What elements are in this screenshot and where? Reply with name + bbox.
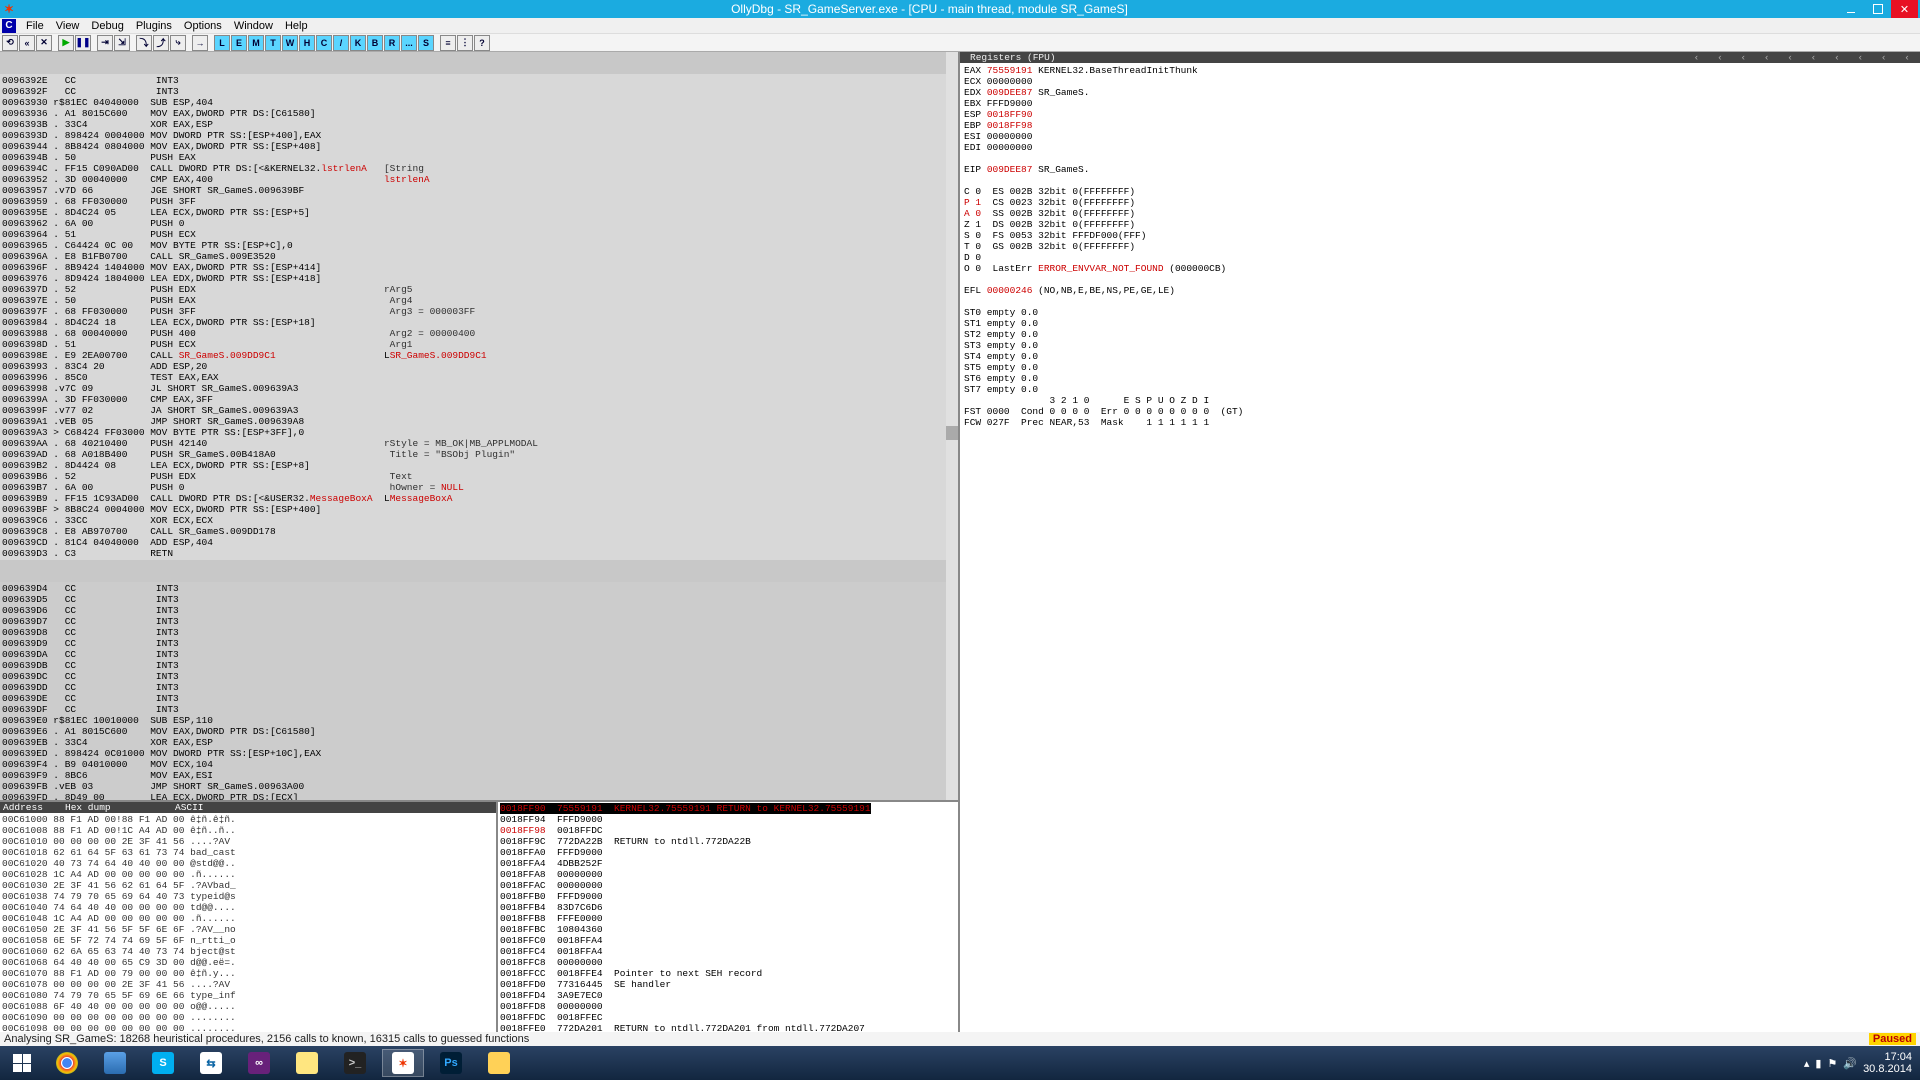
trace-over-icon[interactable]: ⤴ bbox=[153, 35, 169, 51]
executable-button[interactable]: E bbox=[231, 35, 247, 51]
patches-button[interactable]: / bbox=[333, 35, 349, 51]
run-icon[interactable]: ▶ bbox=[58, 35, 74, 51]
disassembly-pane[interactable]: 0096392E CC INT3 0096392F CC INT3 009639… bbox=[0, 52, 958, 800]
goto-icon[interactable]: → bbox=[192, 35, 208, 51]
tray-network-icon[interactable]: ▮ bbox=[1815, 1057, 1821, 1070]
close-button[interactable] bbox=[1891, 0, 1918, 18]
status-bar: Analysing SR_GameS: 18268 heuristical pr… bbox=[0, 1032, 1920, 1046]
window-title: OllyDbg - SR_GameServer.exe - [CPU - mai… bbox=[22, 2, 1837, 16]
clock-date: 30.8.2014 bbox=[1863, 1063, 1912, 1075]
minimize-button[interactable] bbox=[1837, 0, 1864, 18]
tray-volume-icon[interactable]: 🔊 bbox=[1843, 1057, 1857, 1070]
registers-tab[interactable]: Registers (FPU) bbox=[964, 52, 1062, 63]
menu-help[interactable]: Help bbox=[279, 20, 314, 32]
memory-button[interactable]: M bbox=[248, 35, 264, 51]
task-teamviewer[interactable]: ⇆ bbox=[190, 1049, 232, 1077]
start-button[interactable] bbox=[4, 1049, 40, 1077]
restart-icon[interactable]: ⟲ bbox=[2, 35, 18, 51]
menu-window[interactable]: Window bbox=[228, 20, 279, 32]
task-skype[interactable]: S bbox=[142, 1049, 184, 1077]
rewind-icon[interactable]: « bbox=[19, 35, 35, 51]
title-bar: ✶ OllyDbg - SR_GameServer.exe - [CPU - m… bbox=[0, 0, 1920, 18]
menu-options[interactable]: Options bbox=[178, 20, 228, 32]
taskbar: S ⇆ ∞ >_ ✶ Ps ▴ ▮ ⚑ 🔊 17:04 30.8.2014 bbox=[0, 1046, 1920, 1080]
step-over-icon[interactable]: ⇲ bbox=[114, 35, 130, 51]
task-notepad[interactable] bbox=[286, 1049, 328, 1077]
windows-logo-icon bbox=[13, 1054, 31, 1072]
hex-col-dump: Hex dump bbox=[65, 802, 175, 813]
task-ollydbg[interactable]: ✶ bbox=[382, 1049, 424, 1077]
status-text: Analysing SR_GameS: 18268 heuristical pr… bbox=[4, 1033, 529, 1045]
settings-icon[interactable]: ⋮ bbox=[457, 35, 473, 51]
callstack-button[interactable]: K bbox=[350, 35, 366, 51]
toolbar: ⟲ « ✕ ▶ ❚❚ ⇥ ⇲ ⤵ ⤴ ⤷ → L E M T W H C / K… bbox=[0, 34, 1920, 52]
tray-clock[interactable]: 17:04 30.8.2014 bbox=[1863, 1051, 1916, 1075]
tray-flag-icon[interactable]: ⚑ bbox=[1827, 1057, 1837, 1070]
breakpoints-button[interactable]: B bbox=[367, 35, 383, 51]
task-folder[interactable] bbox=[478, 1049, 520, 1077]
hex-col-address: Address bbox=[3, 802, 65, 813]
options-icon[interactable]: ≡ bbox=[440, 35, 456, 51]
task-vscode[interactable]: ∞ bbox=[238, 1049, 280, 1077]
run-to-return-icon[interactable]: ⤷ bbox=[170, 35, 186, 51]
hex-col-ascii: ASCII bbox=[175, 802, 204, 813]
source-button[interactable]: S bbox=[418, 35, 434, 51]
runtrace-button[interactable]: ... bbox=[401, 35, 417, 51]
task-cmd[interactable]: >_ bbox=[334, 1049, 376, 1077]
menu-plugins[interactable]: Plugins bbox=[130, 20, 178, 32]
task-photoshop[interactable]: Ps bbox=[430, 1049, 472, 1077]
references-button[interactable]: R bbox=[384, 35, 400, 51]
trace-into-icon[interactable]: ⤵ bbox=[136, 35, 152, 51]
hex-dump-pane[interactable]: Address Hex dump ASCII 00C61000 88 F1 AD… bbox=[0, 802, 498, 1032]
system-tray[interactable]: ▴ ▮ ⚑ 🔊 17:04 30.8.2014 bbox=[1804, 1051, 1916, 1075]
threads-button[interactable]: T bbox=[265, 35, 281, 51]
handles-button[interactable]: H bbox=[299, 35, 315, 51]
cpu-icon[interactable]: C bbox=[2, 19, 16, 33]
maximize-button[interactable] bbox=[1864, 0, 1891, 18]
menu-view[interactable]: View bbox=[50, 20, 86, 32]
tray-show-hidden-icon[interactable]: ▴ bbox=[1804, 1057, 1810, 1070]
log-button[interactable]: L bbox=[214, 35, 230, 51]
windows-button[interactable]: W bbox=[282, 35, 298, 51]
reg-nav-arrows[interactable]: ‹ ‹ ‹ ‹ ‹ ‹ ‹ ‹ ‹ ‹ bbox=[1694, 52, 1916, 63]
task-chrome[interactable] bbox=[46, 1049, 88, 1077]
pause-icon[interactable]: ❚❚ bbox=[75, 35, 91, 51]
task-explorer[interactable] bbox=[94, 1049, 136, 1077]
cpu-button[interactable]: C bbox=[316, 35, 332, 51]
clock-time: 17:04 bbox=[1863, 1051, 1912, 1063]
step-into-icon[interactable]: ⇥ bbox=[97, 35, 113, 51]
help-icon[interactable]: ? bbox=[474, 35, 490, 51]
status-paused: Paused bbox=[1869, 1033, 1916, 1045]
menu-file[interactable]: File bbox=[20, 20, 50, 32]
registers-pane[interactable]: Registers (FPU) ‹ ‹ ‹ ‹ ‹ ‹ ‹ ‹ ‹ ‹ EAX … bbox=[960, 52, 1920, 1032]
close-process-icon[interactable]: ✕ bbox=[36, 35, 52, 51]
menu-bar: C File View Debug Plugins Options Window… bbox=[0, 18, 1920, 34]
app-icon: ✶ bbox=[2, 2, 16, 16]
menu-debug[interactable]: Debug bbox=[85, 20, 129, 32]
stack-pane[interactable]: 0018FF90 75559191 KERNEL32.75559191 RETU… bbox=[498, 802, 958, 1032]
disasm-scrollbar[interactable] bbox=[946, 52, 958, 800]
